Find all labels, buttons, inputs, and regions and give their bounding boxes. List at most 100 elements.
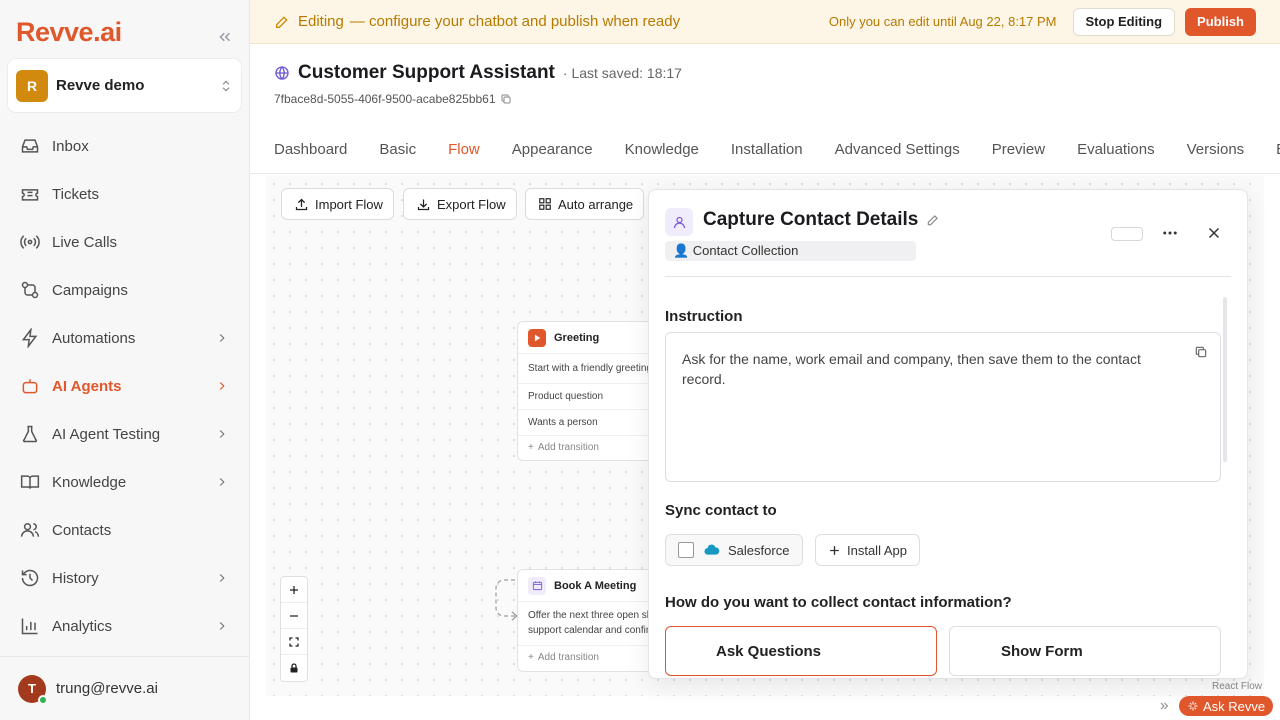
lock-button[interactable] bbox=[281, 655, 307, 681]
panel-toggle[interactable] bbox=[1111, 227, 1143, 241]
lightning-icon bbox=[21, 328, 38, 348]
collapse-sidebar-icon[interactable] bbox=[216, 28, 234, 46]
copy-icon[interactable] bbox=[1194, 345, 1208, 359]
user-email: trung@revve.ai bbox=[56, 680, 158, 697]
node-header: Book A Meeting bbox=[518, 570, 656, 602]
node-transition[interactable]: Product question bbox=[518, 384, 656, 410]
tab-dashboard[interactable]: Dashboard bbox=[258, 124, 363, 173]
editing-banner: Editing — configure your chatbot and pub… bbox=[250, 0, 1280, 44]
import-flow-label: Import Flow bbox=[315, 196, 383, 212]
auto-arrange-button[interactable]: Auto arrange bbox=[525, 188, 645, 220]
user-icon bbox=[665, 208, 693, 236]
chevron-right-icon bbox=[219, 382, 225, 390]
sidebar-item-knowledge[interactable]: Knowledge bbox=[0, 458, 249, 506]
sidebar-item-live-calls[interactable]: Live Calls bbox=[0, 218, 249, 266]
ask-revve-button[interactable]: Ask Revve bbox=[1179, 696, 1274, 716]
node-transition[interactable]: Wants a person bbox=[518, 410, 656, 436]
zoom-in-button[interactable] bbox=[281, 577, 307, 603]
instruction-text: Ask for the name, work email and company… bbox=[682, 351, 1141, 387]
sidebar-item-ai-agent-testing[interactable]: AI Agent Testing bbox=[0, 410, 249, 458]
add-transition-button[interactable]: + Add transition bbox=[518, 436, 656, 458]
export-flow-button[interactable]: Export Flow bbox=[403, 188, 517, 220]
copy-icon[interactable] bbox=[500, 93, 512, 105]
fit-view-button[interactable] bbox=[281, 629, 307, 655]
sidebar-item-campaigns[interactable]: Campaigns bbox=[0, 266, 249, 314]
flow-node-greeting[interactable]: Greeting Start with a friendly greeting … bbox=[517, 321, 657, 461]
zoom-controls bbox=[280, 576, 308, 682]
workspace-switcher[interactable]: R Revve demo bbox=[8, 59, 241, 112]
tab-evaluations[interactable]: Evaluations bbox=[1061, 124, 1171, 173]
tab-experiments[interactable]: Expe bbox=[1260, 124, 1280, 173]
instruction-label: Instruction bbox=[665, 308, 743, 325]
more-options-icon[interactable] bbox=[1161, 224, 1179, 242]
node-settings-panel: Capture Contact Details 👤 Contact Collec… bbox=[648, 189, 1248, 679]
install-app-label: Install App bbox=[847, 542, 907, 558]
add-transition-label: Add transition bbox=[537, 441, 599, 453]
panel-title: Capture Contact Details bbox=[703, 209, 919, 230]
sidebar-item-automations[interactable]: Automations bbox=[0, 314, 249, 362]
tab-flow[interactable]: Flow bbox=[432, 124, 496, 173]
add-transition-label: Add transition bbox=[537, 651, 599, 663]
collect-method-label: How do you want to collect contact infor… bbox=[665, 594, 1012, 611]
tab-preview[interactable]: Preview bbox=[976, 124, 1061, 173]
download-icon bbox=[417, 199, 430, 210]
edit-title-icon[interactable] bbox=[926, 213, 940, 227]
show-form-option[interactable]: Show Form bbox=[949, 626, 1221, 676]
zoom-out-button[interactable] bbox=[281, 603, 307, 629]
close-icon[interactable] bbox=[1205, 224, 1223, 242]
ask-questions-option[interactable]: Ask Questions bbox=[665, 626, 937, 676]
inbox-icon bbox=[21, 139, 39, 153]
sidebar-item-label: Tickets bbox=[52, 185, 99, 203]
tab-advanced-settings[interactable]: Advanced Settings bbox=[819, 124, 976, 173]
panel-scrollbar[interactable] bbox=[1223, 297, 1227, 462]
tab-basic[interactable]: Basic bbox=[363, 124, 432, 173]
banner-title: Editing bbox=[298, 13, 344, 30]
workspace-name: Revve demo bbox=[56, 77, 145, 94]
expand-icon[interactable] bbox=[1158, 700, 1170, 712]
sync-options: Salesforce Install App bbox=[665, 534, 920, 566]
show-form-label: Show Form bbox=[1001, 642, 1083, 660]
sidebar-item-tickets[interactable]: Tickets bbox=[0, 170, 249, 218]
salesforce-cloud-icon bbox=[704, 544, 720, 555]
publish-button[interactable]: Publish bbox=[1185, 7, 1256, 36]
flow-node-book-meeting[interactable]: Book A Meeting Offer the next three open… bbox=[517, 569, 657, 672]
instruction-textarea[interactable]: Ask for the name, work email and company… bbox=[665, 332, 1221, 482]
plus-icon bbox=[830, 545, 839, 555]
import-flow-button[interactable]: Import Flow bbox=[281, 188, 394, 220]
stop-editing-button[interactable]: Stop Editing bbox=[1072, 7, 1176, 36]
page-header: Customer Support Assistant · Last saved:… bbox=[274, 62, 682, 106]
plus-icon: + bbox=[528, 651, 534, 663]
node-title: Book A Meeting bbox=[554, 579, 637, 592]
tab-versions[interactable]: Versions bbox=[1171, 124, 1261, 173]
salesforce-checkbox[interactable] bbox=[678, 542, 694, 558]
tab-knowledge[interactable]: Knowledge bbox=[609, 124, 715, 173]
node-description-line: Offer the next three open sl bbox=[528, 610, 650, 621]
node-type-badge: 👤 Contact Collection bbox=[665, 241, 916, 261]
last-saved: · Last saved: 18:17 bbox=[562, 65, 682, 81]
export-flow-label: Export Flow bbox=[437, 196, 506, 212]
user-menu[interactable]: T trung@revve.ai bbox=[0, 656, 249, 720]
sidebar-nav: Inbox Tickets Live Calls Campaigns Autom… bbox=[0, 122, 249, 650]
sidebar-item-ai-agents[interactable]: AI Agents bbox=[0, 362, 249, 410]
sidebar-item-analytics[interactable]: Analytics bbox=[0, 602, 249, 650]
react-flow-attribution[interactable]: React Flow bbox=[1212, 681, 1262, 692]
sidebar-item-contacts[interactable]: Contacts bbox=[0, 506, 249, 554]
tab-installation[interactable]: Installation bbox=[715, 124, 819, 173]
sidebar: Revve.ai R Revve demo Inbox Tickets Live… bbox=[0, 0, 250, 720]
chevron-right-icon bbox=[219, 430, 225, 438]
robot-icon bbox=[22, 379, 38, 394]
sidebar-item-label: AI Agent Testing bbox=[52, 425, 161, 443]
install-app-button[interactable]: Install App bbox=[815, 534, 920, 566]
ticket-icon bbox=[21, 189, 39, 201]
salesforce-sync-option[interactable]: Salesforce bbox=[665, 534, 803, 566]
fit-view-icon bbox=[289, 636, 299, 647]
avatar: T bbox=[18, 674, 48, 705]
sidebar-item-inbox[interactable]: Inbox bbox=[0, 122, 249, 170]
chevron-right-icon bbox=[219, 622, 225, 630]
node-header: Greeting bbox=[518, 322, 656, 354]
users-icon bbox=[20, 523, 40, 537]
sidebar-item-history[interactable]: History bbox=[0, 554, 249, 602]
tab-appearance[interactable]: Appearance bbox=[496, 124, 609, 173]
logo[interactable]: Revve.ai bbox=[16, 14, 122, 50]
add-transition-button[interactable]: + Add transition bbox=[518, 646, 656, 668]
